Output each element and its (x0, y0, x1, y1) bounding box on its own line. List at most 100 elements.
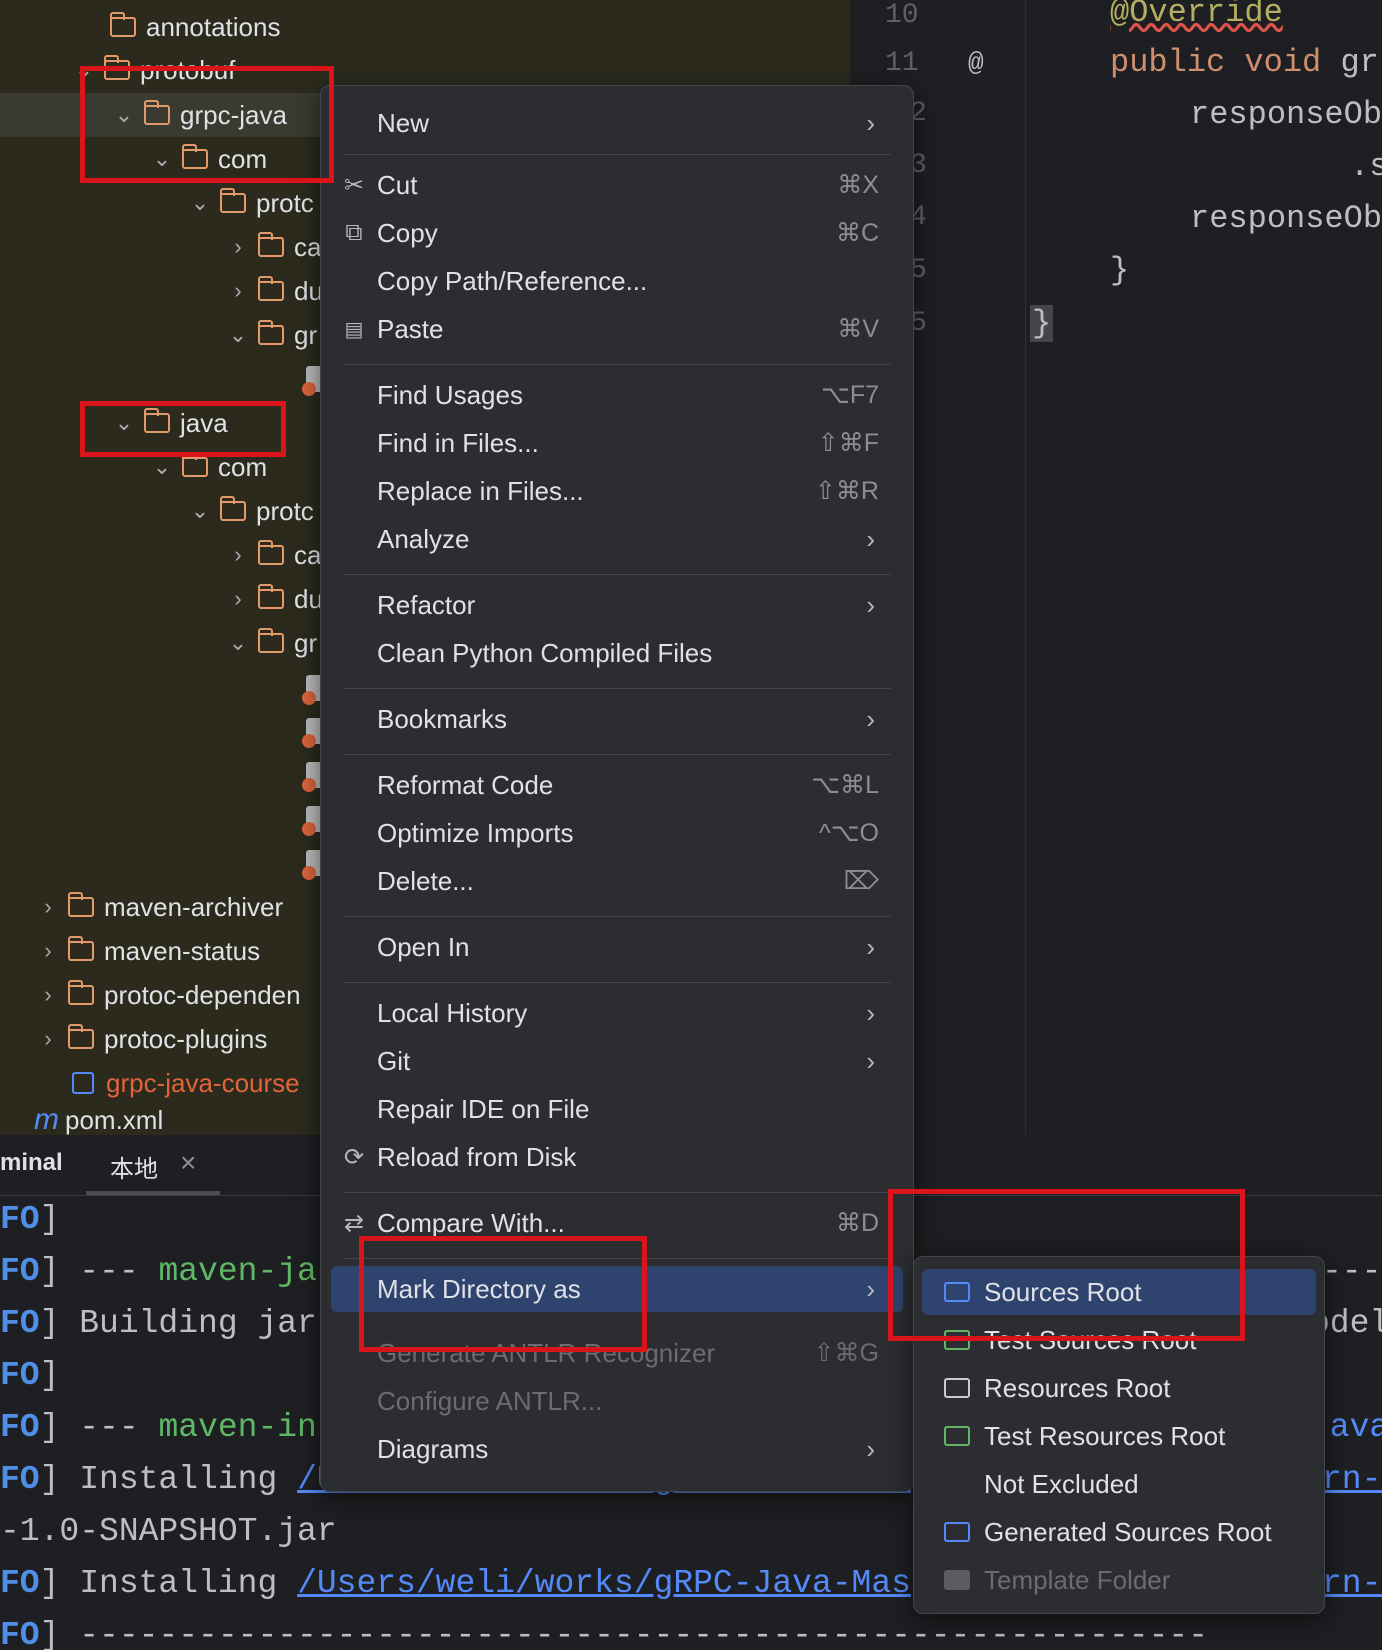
terminal-line: FO] (0, 1201, 60, 1238)
menu-item-paste[interactable]: ▤ Paste ⌘V (331, 306, 903, 352)
annotation-box (80, 66, 334, 183)
chevron-right-icon: › (866, 931, 875, 962)
annotation-box (80, 401, 286, 457)
tree-item-protoc-plugins[interactable]: › protoc-plugins (34, 1017, 267, 1061)
tree-item-ca[interactable]: › ca (224, 533, 321, 577)
file-link-tail[interactable]: rn-/ (1322, 1565, 1382, 1602)
terminal-line: -1.0-SNAPSHOT.jar (0, 1513, 337, 1550)
tree-item-course-file[interactable]: grpc-java-course (72, 1061, 300, 1105)
tree-item-annotations[interactable]: annotations (110, 5, 280, 49)
menu-separator (343, 916, 891, 917)
tree-item-protc[interactable]: ⌄ protc (186, 181, 314, 225)
menu-item-reload-from-disk[interactable]: ⟳ Reload from Disk (331, 1134, 903, 1180)
menu-separator (343, 1192, 891, 1193)
menu-separator (343, 574, 891, 575)
code-brace: } (1110, 252, 1130, 289)
menu-item-configure-antlr[interactable]: Configure ANTLR... (331, 1378, 903, 1424)
menu-item-refactor[interactable]: Refactor › (331, 582, 903, 628)
chevron-right-icon: › (866, 997, 875, 1028)
menu-item-repair-ide[interactable]: Repair IDE on File (331, 1086, 903, 1132)
menu-item-find-in-files[interactable]: Find in Files... ⇧⌘F (331, 420, 903, 466)
scissors-icon: ✂ (343, 171, 365, 199)
menu-item-git[interactable]: Git › (331, 1038, 903, 1084)
file-link-tail[interactable]: rn-/ (1322, 1461, 1382, 1498)
tree-item-du[interactable]: › du (224, 577, 323, 621)
chevron-right-icon[interactable]: › (34, 894, 62, 920)
chevron-down-icon[interactable]: ⌄ (224, 322, 252, 348)
chevron-right-icon: › (866, 523, 875, 554)
menu-item-copy[interactable]: ⧉ Copy ⌘C (331, 210, 903, 256)
folder-icon (258, 540, 284, 565)
chevron-right-icon[interactable]: › (34, 982, 62, 1008)
tree-item-protoc-dependencies[interactable]: › protoc-dependen (34, 973, 300, 1017)
submenu-item-generated-sources-root[interactable]: Generated Sources Root (922, 1509, 1316, 1555)
tree-item-label: protc (256, 495, 314, 526)
chevron-right-icon[interactable]: › (224, 234, 252, 260)
code-line: public void gr (1110, 44, 1379, 81)
menu-item-open-in[interactable]: Open In › (331, 924, 903, 970)
tree-item-pom-xml[interactable]: m pom.xml (34, 1105, 163, 1135)
menu-item-bookmarks[interactable]: Bookmarks › (331, 696, 903, 742)
tab-local[interactable]: 本地 (110, 1149, 158, 1184)
template-folder-icon (944, 1570, 970, 1590)
menu-item-analyze[interactable]: Analyze › (331, 516, 903, 562)
folder-icon (258, 276, 284, 301)
menu-item-clean-python[interactable]: Clean Python Compiled Files (331, 630, 903, 676)
chevron-right-icon[interactable]: › (224, 542, 252, 568)
tree-item-label: protoc-plugins (104, 1023, 268, 1054)
menu-item-cut[interactable]: ✂ Cut ⌘X (331, 162, 903, 208)
menu-item-delete[interactable]: Delete... ⌦ (331, 858, 903, 904)
menu-item-reformat-code[interactable]: Reformat Code ⌥⌘L (331, 762, 903, 808)
code-editor[interactable]: 10 11 2 3 4 5 5 @ @Override public void … (850, 0, 1382, 1135)
submenu-item-test-resources-root[interactable]: Test Resources Root (922, 1413, 1316, 1459)
generated-sources-root-icon (944, 1522, 970, 1542)
menu-item-local-history[interactable]: Local History › (331, 990, 903, 1036)
tree-item-label: ca (294, 539, 322, 570)
annotation-box (888, 1189, 1245, 1341)
menu-item-copy-path[interactable]: Copy Path/Reference... (331, 258, 903, 304)
chevron-right-icon[interactable]: › (34, 938, 62, 964)
close-icon[interactable]: × (180, 1147, 196, 1179)
code-keyword: public void (1110, 44, 1341, 81)
chevron-down-icon[interactable]: ⌄ (224, 630, 252, 656)
terminal-line: FO] --- maven-ja (0, 1253, 317, 1290)
submenu-item-resources-root[interactable]: Resources Root (922, 1365, 1316, 1411)
tree-item-gr[interactable]: ⌄ gr (224, 621, 317, 665)
line-number: 11 (885, 48, 919, 79)
tree-item-label: gr (294, 627, 318, 658)
menu-item-optimize-imports[interactable]: Optimize Imports ^⌥O (331, 810, 903, 856)
tree-item-maven-status[interactable]: › maven-status (34, 929, 260, 973)
tree-item-gr[interactable]: ⌄ gr (224, 313, 317, 357)
chevron-right-icon[interactable]: › (34, 1026, 62, 1052)
submenu-item-template-folder[interactable]: Template Folder (922, 1557, 1316, 1603)
terminal-line: FO] Building jar (0, 1305, 317, 1342)
line-number: 10 (885, 0, 919, 31)
terminal-title: minal (0, 1149, 63, 1176)
override-gutter-icon[interactable]: @ (968, 48, 984, 78)
tree-item-label: du (294, 583, 323, 614)
menu-separator (343, 754, 891, 755)
submenu-item-not-excluded[interactable]: Not Excluded (922, 1461, 1316, 1507)
terminal-line: FO] (0, 1357, 60, 1394)
tree-item-protc[interactable]: ⌄ protc (186, 489, 314, 533)
menu-item-new[interactable]: New › (331, 100, 903, 146)
tree-item-label: gr (294, 319, 318, 350)
menu-separator (343, 982, 891, 983)
tree-item-ca[interactable]: › ca (224, 225, 321, 269)
chevron-right-icon[interactable]: › (224, 278, 252, 304)
chevron-right-icon: › (866, 589, 875, 620)
tree-item-label: ca (294, 231, 322, 262)
menu-item-diagrams[interactable]: Diagrams › (331, 1426, 903, 1472)
file-link[interactable]: /Users/weli/works/gRPC-Java-Mas (297, 1565, 911, 1602)
tree-item-du[interactable]: › du (224, 269, 323, 313)
chevron-right-icon: › (866, 107, 875, 138)
menu-item-find-usages[interactable]: Find Usages ⌥F7 (331, 372, 903, 418)
chevron-down-icon[interactable]: ⌄ (186, 498, 214, 524)
chevron-down-icon[interactable]: ⌄ (186, 190, 214, 216)
chevron-down-icon[interactable]: ⌄ (148, 454, 176, 480)
chevron-right-icon[interactable]: › (224, 586, 252, 612)
tree-item-maven-archiver[interactable]: › maven-archiver (34, 885, 283, 929)
menu-item-replace-in-files[interactable]: Replace in Files... ⇧⌘R (331, 468, 903, 514)
terminal-line: FO] Installing /Users/weli/works/gRPC-Ja… (0, 1565, 911, 1602)
maven-icon: m (34, 1105, 59, 1135)
